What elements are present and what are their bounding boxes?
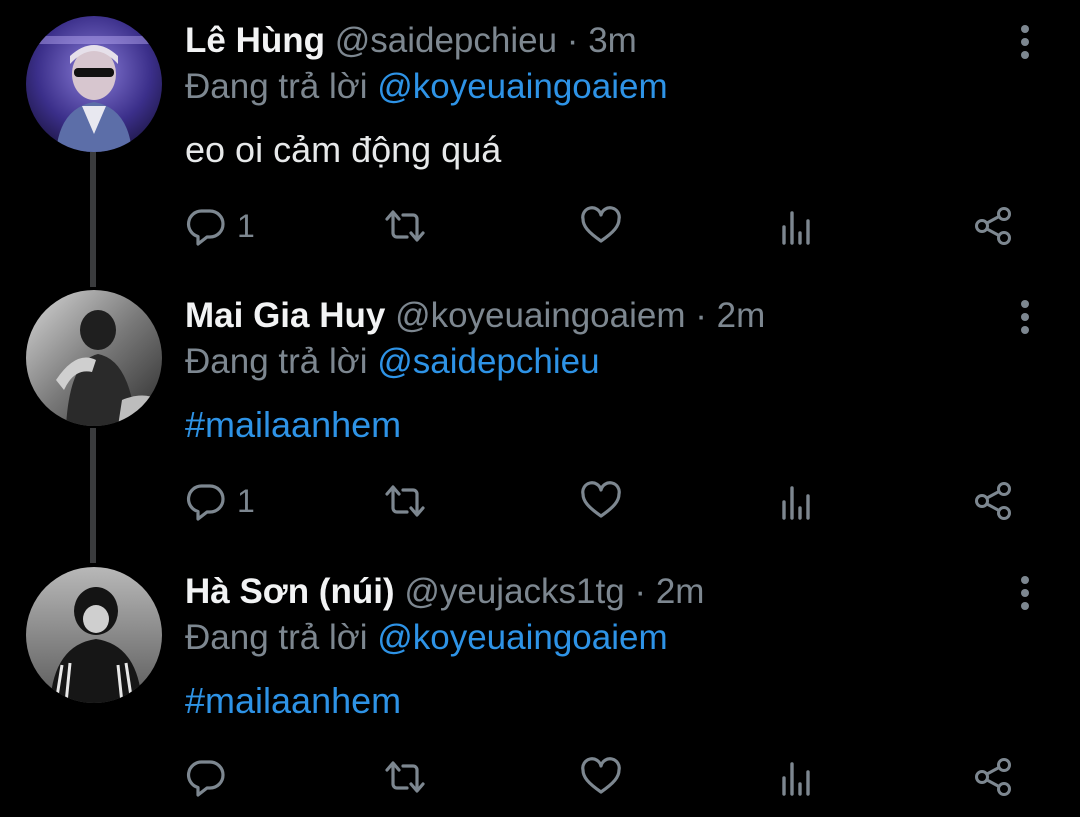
like-button[interactable] (580, 753, 622, 801)
reply-button[interactable] (185, 753, 237, 801)
replying-to-mention[interactable]: @koyeuaingoaiem (377, 67, 667, 106)
timestamp[interactable]: 2m (656, 572, 705, 611)
reply-icon (186, 484, 225, 521)
hashtag-link[interactable]: #mailaanhem (185, 404, 401, 446)
replying-to: Đang trả lời @koyeuaingoaiem (185, 67, 668, 107)
author-name[interactable]: Mai Gia Huy (185, 296, 385, 335)
replying-to-label: Đang trả lời (185, 342, 368, 381)
avatar[interactable] (26, 16, 162, 152)
retweet-button[interactable] (383, 202, 427, 250)
analytics-button[interactable] (778, 202, 818, 250)
replying-to-mention[interactable]: @koyeuaingoaiem (377, 618, 667, 657)
retweet-icon (385, 210, 425, 242)
replying-to-mention[interactable]: @saidepchieu (377, 342, 599, 381)
avatar[interactable] (26, 290, 162, 426)
avatar[interactable] (26, 567, 162, 703)
like-icon (581, 206, 621, 243)
author-name[interactable]: Hà Sơn (núi) (185, 572, 395, 611)
tweet-text: eo oi cảm động quá (185, 129, 502, 170)
action-bar (185, 753, 1045, 801)
analytics-button[interactable] (778, 477, 818, 525)
analytics-icon (782, 762, 810, 796)
tweet[interactable]: Lê Hùng @saidepchieu · 3m Đang trả lời @… (0, 0, 1080, 290)
share-button[interactable] (973, 477, 1015, 525)
hashtag-link[interactable]: #mailaanhem (185, 680, 401, 722)
like-icon (581, 481, 621, 518)
reply-count: 1 (237, 207, 255, 244)
author-name[interactable]: Lê Hùng (185, 21, 325, 60)
share-button[interactable] (973, 753, 1015, 801)
author-handle[interactable]: @yeujacks1tg (404, 572, 624, 611)
reply-icon (186, 760, 225, 797)
analytics-icon (782, 211, 810, 245)
reply-button[interactable]: 1 (185, 477, 255, 525)
retweet-icon (385, 485, 425, 517)
action-bar: 1 (185, 202, 1045, 250)
replying-to-label: Đang trả lời (185, 618, 368, 657)
replying-to: Đang trả lời @saidepchieu (185, 342, 600, 382)
retweet-button[interactable] (383, 477, 427, 525)
like-icon (581, 757, 621, 794)
tweet[interactable]: Hà Sơn (núi) @yeujacks1tg · 2m Đang trả … (0, 551, 1080, 817)
reply-button[interactable]: 1 (185, 202, 255, 250)
retweet-icon (385, 761, 425, 793)
author-line: Mai Gia Huy @koyeuaingoaiem · 2m (185, 296, 765, 336)
more-options-icon[interactable] (1010, 573, 1040, 613)
replying-to-label: Đang trả lời (185, 67, 368, 106)
like-button[interactable] (580, 202, 622, 250)
separator: · (566, 21, 579, 60)
more-options-icon[interactable] (1010, 22, 1040, 62)
separator: · (695, 296, 707, 335)
share-icon (975, 758, 1011, 796)
author-line: Hà Sơn (núi) @yeujacks1tg · 2m (185, 572, 704, 612)
tweet[interactable]: Mai Gia Huy @koyeuaingoaiem · 2m Đang tr… (0, 275, 1080, 565)
action-bar: 1 (185, 477, 1045, 525)
author-line: Lê Hùng @saidepchieu · 3m (185, 21, 637, 61)
reply-icon (186, 209, 225, 246)
reply-count: 1 (237, 482, 255, 519)
like-button[interactable] (580, 477, 622, 525)
author-handle[interactable]: @saidepchieu (335, 21, 557, 60)
author-handle[interactable]: @koyeuaingoaiem (395, 296, 685, 335)
retweet-button[interactable] (383, 753, 427, 801)
replying-to: Đang trả lời @koyeuaingoaiem (185, 618, 668, 658)
share-icon (975, 482, 1011, 520)
share-button[interactable] (973, 202, 1015, 250)
separator: · (634, 572, 647, 611)
timestamp[interactable]: 2m (717, 296, 766, 335)
analytics-icon (782, 486, 810, 520)
analytics-button[interactable] (778, 753, 818, 801)
more-options-icon[interactable] (1010, 297, 1040, 337)
share-icon (975, 207, 1011, 245)
timestamp[interactable]: 3m (588, 21, 637, 60)
